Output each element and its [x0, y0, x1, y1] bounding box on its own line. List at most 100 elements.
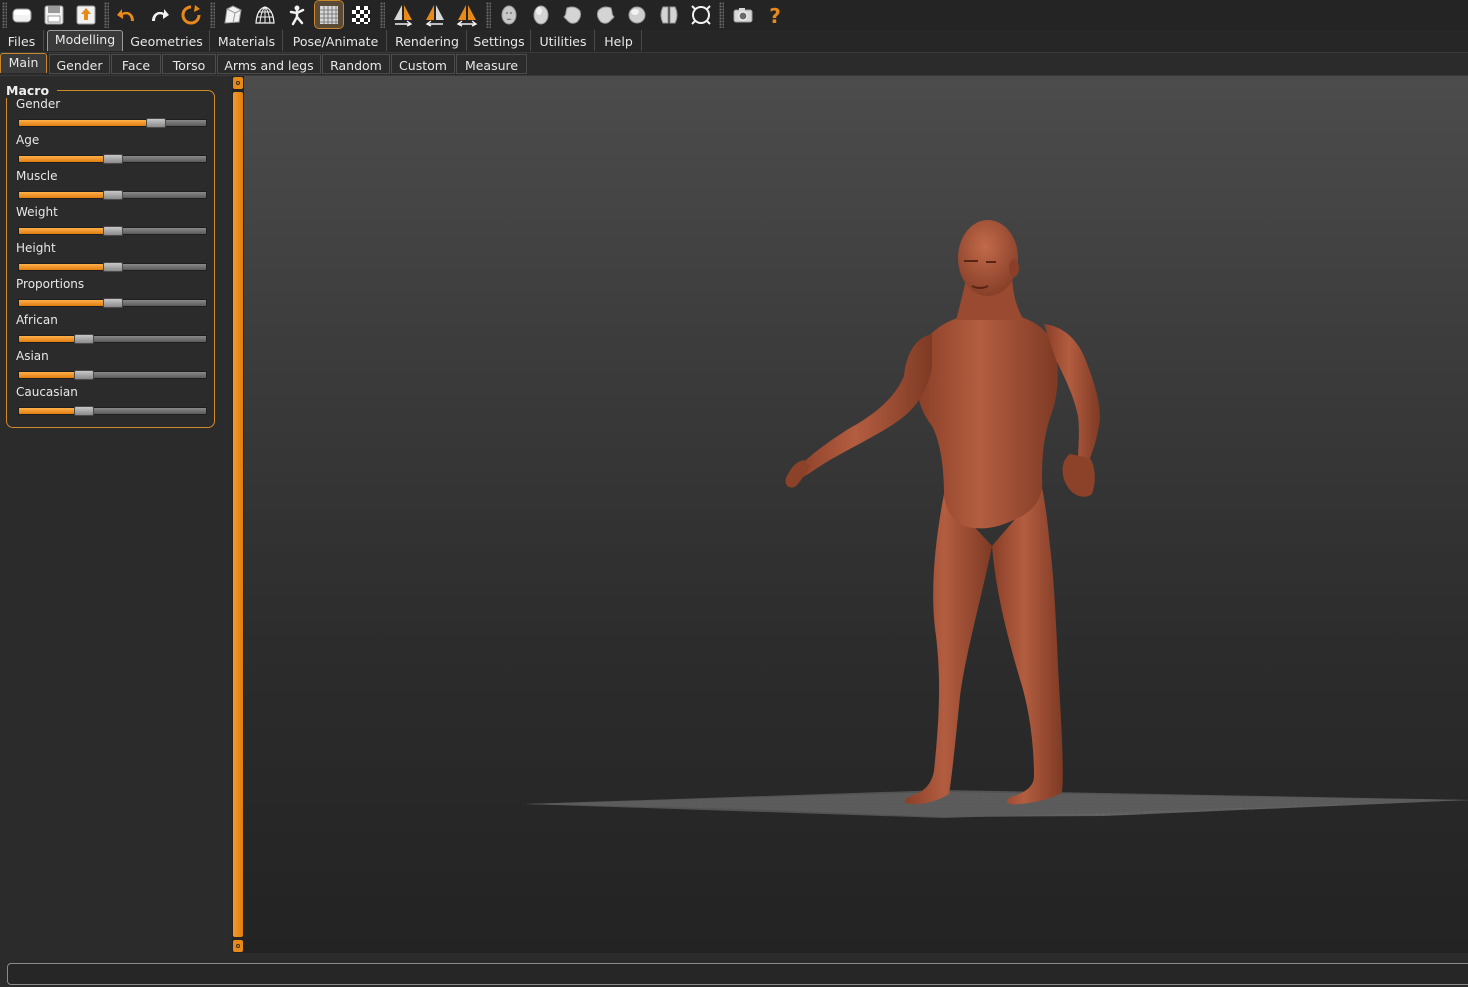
wireframe-icon [253, 3, 277, 27]
menu-tab-help[interactable]: Help [596, 30, 642, 51]
slider-gender[interactable] [18, 118, 207, 128]
slider-fill [19, 264, 113, 270]
menu-tab-modelling[interactable]: Modelling [47, 30, 123, 51]
background-button[interactable] [347, 1, 375, 28]
back-view-button[interactable] [527, 1, 555, 28]
top-view-button[interactable] [623, 1, 651, 28]
menu-tab-rendering[interactable]: Rendering [388, 30, 467, 51]
toolbar-grip[interactable] [210, 2, 215, 28]
left-panel: Macro Gender Age Muscle Weight Height Proport… [0, 76, 230, 953]
slider-handle[interactable] [74, 334, 95, 344]
subtab-arms-and-legs[interactable]: Arms and legs [217, 54, 321, 74]
slider-african[interactable] [18, 334, 207, 344]
subtab-measure[interactable]: Measure [456, 54, 527, 74]
top-view-icon [625, 3, 649, 27]
export-button[interactable] [72, 1, 100, 28]
reset-button[interactable] [177, 1, 205, 28]
new-file-icon [10, 3, 34, 27]
menu-tab-files[interactable]: Files [0, 30, 44, 51]
reset-camera-button[interactable] [687, 1, 715, 28]
slider-fill [19, 228, 113, 234]
menu-tab-geometries[interactable]: Geometries [124, 30, 210, 51]
ground-grid-edge [525, 790, 1468, 818]
reset-camera-icon [689, 3, 713, 27]
main-menu-tabs: Files Modelling Geometries Materials Pose/An… [0, 30, 1468, 53]
toolbar-grip[interactable] [2, 2, 7, 28]
help-icon: ? [763, 3, 787, 27]
front-view-icon [497, 3, 521, 27]
status-field [7, 963, 1468, 985]
smooth-icon [221, 3, 245, 27]
slider-age[interactable] [18, 154, 207, 164]
menu-tab-pose-animate[interactable]: Pose/Animate [285, 30, 387, 51]
left-arm [791, 334, 932, 480]
subtab-torso[interactable]: Torso [162, 54, 216, 74]
bottom-view-button[interactable] [655, 1, 683, 28]
modelling-subtabs: Main Gender Face Torso Arms and legs Random Cu… [0, 53, 1468, 76]
symmetry-right-icon [391, 3, 415, 27]
slider-height[interactable] [18, 262, 207, 272]
slider-handle[interactable] [102, 226, 123, 236]
left-view-button[interactable] [559, 1, 587, 28]
toolbar-grip[interactable] [486, 2, 491, 28]
3d-viewport[interactable] [244, 76, 1468, 953]
pose-button[interactable] [283, 1, 311, 28]
left-panel-scrollbar[interactable] [232, 76, 244, 953]
slider-weight[interactable] [18, 226, 207, 236]
subtab-main[interactable]: Main [0, 53, 47, 73]
viewport-scene [525, 220, 1468, 818]
toolbar-grip[interactable] [380, 2, 385, 28]
wireframe-button[interactable] [251, 1, 279, 28]
subtab-custom[interactable]: Custom [391, 54, 455, 74]
slider-handle[interactable] [102, 154, 123, 164]
toolbar-grip[interactable] [719, 2, 724, 28]
slider-handle[interactable] [74, 370, 95, 380]
slider-handle[interactable] [102, 262, 123, 272]
left-leg [904, 494, 992, 805]
slider-label-asian: Asian [16, 349, 49, 363]
symmetry-button[interactable] [453, 1, 481, 28]
scroll-up-button[interactable] [233, 77, 243, 89]
save-button[interactable] [40, 1, 68, 28]
slider-label-proportions: Proportions [16, 277, 85, 291]
slider-handle[interactable] [102, 190, 123, 200]
slider-muscle[interactable] [18, 190, 207, 200]
right-view-button[interactable] [591, 1, 619, 28]
slider-handle[interactable] [145, 118, 166, 128]
slider-handle[interactable] [74, 406, 95, 416]
smooth-button[interactable] [219, 1, 247, 28]
grid-button[interactable] [314, 0, 344, 29]
slider-fill [19, 156, 113, 162]
symmetry-right-button[interactable] [389, 1, 417, 28]
slider-label-gender: Gender [16, 97, 61, 111]
slider-label-age: Age [16, 133, 40, 147]
pose-icon [285, 3, 309, 27]
toolbar-grip[interactable] [104, 2, 109, 28]
new-file-button[interactable] [8, 1, 36, 28]
screenshot-button[interactable] [729, 1, 757, 28]
slider-asian[interactable] [18, 370, 207, 380]
front-view-button[interactable] [495, 1, 523, 28]
scroll-thumb[interactable] [233, 92, 243, 937]
slider-proportions[interactable] [18, 298, 207, 308]
slider-fill [19, 300, 113, 306]
subtab-gender[interactable]: Gender [49, 54, 110, 74]
human-model[interactable] [785, 220, 1100, 805]
ear [1009, 259, 1019, 277]
menu-tab-utilities[interactable]: Utilities [532, 30, 595, 51]
menu-tab-settings[interactable]: Settings [468, 30, 531, 51]
redo-button[interactable] [145, 1, 173, 28]
slider-label-caucasian: Caucasian [16, 385, 78, 399]
subtab-face[interactable]: Face [111, 54, 161, 74]
subtab-random[interactable]: Random [322, 54, 390, 74]
torso [916, 314, 1058, 529]
screenshot-icon [731, 3, 755, 27]
symmetry-left-button[interactable] [421, 1, 449, 28]
help-button[interactable]: ? [761, 1, 789, 28]
scroll-down-button[interactable] [233, 940, 243, 952]
undo-button[interactable] [113, 1, 141, 28]
menu-tab-materials[interactable]: Materials [211, 30, 283, 51]
slider-handle[interactable] [102, 298, 123, 308]
slider-fill [19, 192, 113, 198]
slider-caucasian[interactable] [18, 406, 207, 416]
